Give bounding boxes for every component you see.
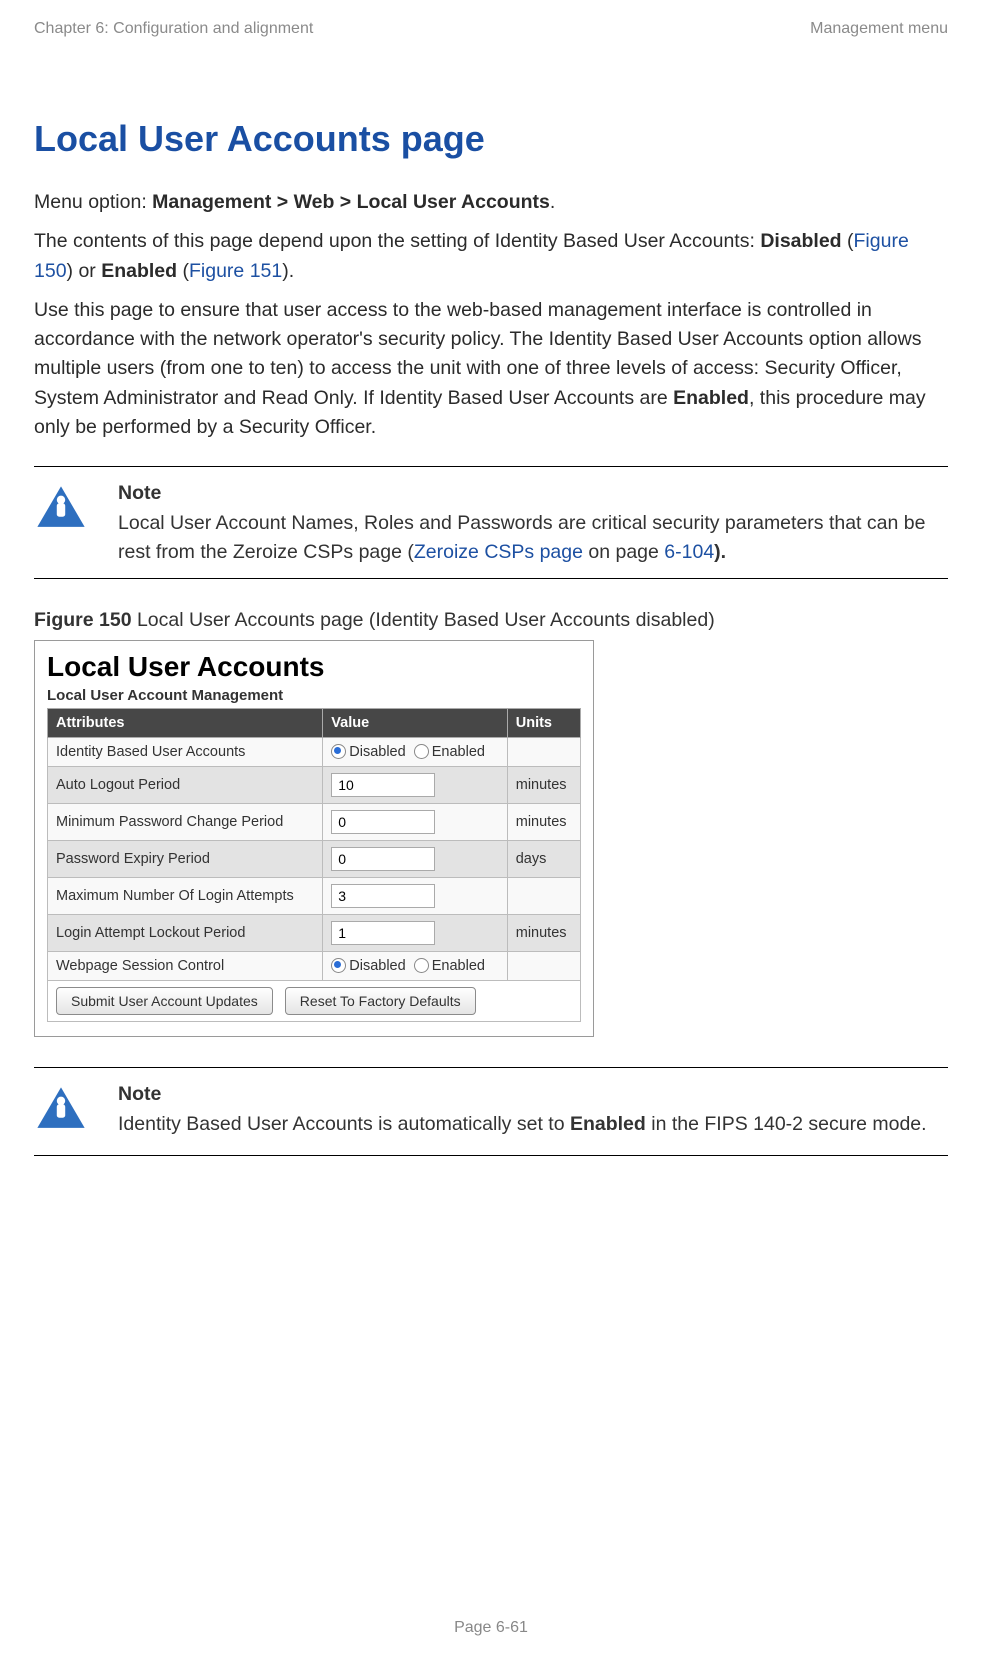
- table-row: Maximum Number Of Login Attempts: [48, 877, 581, 914]
- col-value: Value: [323, 708, 507, 737]
- submit-updates-button[interactable]: Submit User Account Updates: [56, 987, 273, 1015]
- max-login-attempts-input[interactable]: [331, 884, 435, 908]
- link-fig-151[interactable]: Figure 151: [189, 260, 282, 282]
- intro-para-1: The contents of this page depend upon th…: [34, 227, 948, 286]
- auto-logout-input[interactable]: [331, 773, 435, 797]
- table-row: Auto Logout Period minutes: [48, 766, 581, 803]
- page-header: Chapter 6: Configuration and alignment M…: [34, 20, 948, 38]
- menu-path: Management > Web > Local User Accounts: [152, 191, 550, 213]
- header-left: Chapter 6: Configuration and alignment: [34, 20, 313, 38]
- note-block-1: Note Local User Account Names, Roles and…: [34, 466, 948, 579]
- note-heading: Note: [118, 1080, 948, 1108]
- panel-title: Local User Accounts: [47, 651, 581, 683]
- link-pageref-6-104[interactable]: 6-104: [664, 541, 714, 563]
- note-icon: [34, 483, 94, 542]
- note-icon: [34, 1084, 94, 1143]
- intro-para-2: Use this page to ensure that user access…: [34, 296, 948, 442]
- radio-session-enabled[interactable]: [414, 958, 429, 973]
- table-row: Password Expiry Period days: [48, 840, 581, 877]
- table-row: Minimum Password Change Period minutes: [48, 803, 581, 840]
- col-attributes: Attributes: [48, 708, 323, 737]
- login-lockout-input[interactable]: [331, 921, 435, 945]
- radio-identity-enabled[interactable]: [414, 744, 429, 759]
- panel-subtitle: Local User Account Management: [47, 687, 581, 704]
- page-footer: Page 6-61: [0, 1619, 982, 1637]
- embedded-screenshot: Local User Accounts Local User Account M…: [34, 640, 594, 1037]
- figure-caption: Figure 150 Local User Accounts page (Ide…: [34, 609, 948, 632]
- link-zeroize-csps[interactable]: Zeroize CSPs page: [414, 541, 583, 563]
- table-row: Webpage Session Control Disabled Enabled: [48, 951, 581, 980]
- col-units: Units: [507, 708, 580, 737]
- reset-defaults-button[interactable]: Reset To Factory Defaults: [285, 987, 476, 1015]
- table-row: Identity Based User Accounts Disabled En…: [48, 737, 581, 766]
- page-title: Local User Accounts page: [34, 118, 948, 160]
- radio-identity-disabled[interactable]: [331, 744, 346, 759]
- min-pwd-change-input[interactable]: [331, 810, 435, 834]
- note-block-2: Note Identity Based User Accounts is aut…: [34, 1067, 948, 1156]
- menu-option-line: Menu option: Management > Web > Local Us…: [34, 188, 948, 217]
- note-heading: Note: [118, 479, 948, 507]
- table-row: Login Attempt Lockout Period minutes: [48, 914, 581, 951]
- header-right: Management menu: [810, 20, 948, 38]
- settings-table: Attributes Value Units Identity Based Us…: [47, 708, 581, 1022]
- pwd-expiry-input[interactable]: [331, 847, 435, 871]
- radio-session-disabled[interactable]: [331, 958, 346, 973]
